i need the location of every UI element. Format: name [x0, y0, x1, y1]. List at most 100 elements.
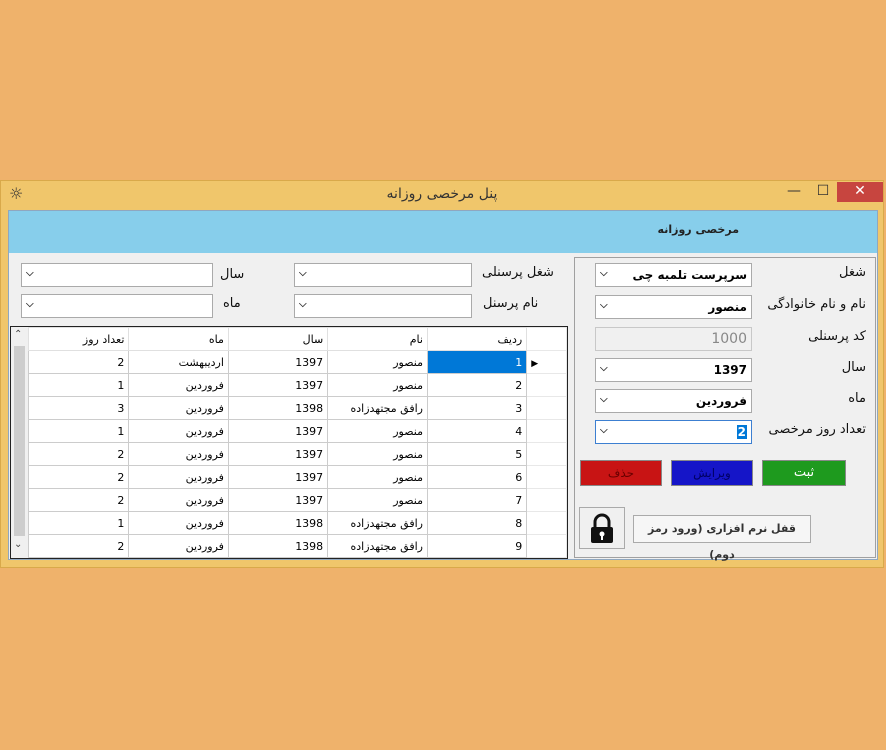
table-row[interactable]: 1 فروردین 1397 منصور 2: [27, 373, 567, 397]
cell-month[interactable]: فروردین: [128, 373, 229, 397]
job-combo[interactable]: ⌵ سرپرست تلمبه چی: [595, 263, 752, 287]
cell-year[interactable]: 1397: [227, 373, 329, 397]
cell-days[interactable]: 3: [27, 396, 130, 420]
cell-row[interactable]: 8: [426, 511, 528, 535]
cell-year[interactable]: 1397: [227, 465, 329, 489]
cell-name[interactable]: منصور: [327, 373, 428, 397]
cell-row[interactable]: 1: [426, 350, 528, 374]
row-header[interactable]: [526, 419, 567, 443]
header-band: مرخصی روزانه: [9, 211, 877, 253]
lock-label[interactable]: قفل نرم افزاری (ورود رمز دوم): [633, 515, 811, 561]
edit-button[interactable]: ویرایش: [671, 460, 753, 486]
cell-row[interactable]: 9: [426, 534, 528, 558]
maximize-button[interactable]: ☐: [809, 182, 837, 202]
cell-month[interactable]: فروردین: [128, 488, 229, 512]
cell-days[interactable]: 2: [27, 488, 130, 512]
cell-days[interactable]: 2: [27, 350, 130, 374]
row-header[interactable]: [526, 373, 567, 397]
row-header[interactable]: [526, 396, 567, 420]
filter-job-combo[interactable]: ⌵: [294, 263, 472, 287]
table-row[interactable]: 3 فروردین 1398 رافق مجتهدزاده 3: [27, 396, 567, 420]
year-label: سال: [841, 360, 866, 375]
delete-button[interactable]: حذف: [580, 460, 662, 486]
table-row[interactable]: 1 فروردین 1398 رافق مجتهدزاده 8: [27, 511, 567, 535]
cell-month[interactable]: فروردین: [128, 396, 229, 420]
row-header[interactable]: [526, 511, 567, 535]
filter-month-combo[interactable]: ⌵: [21, 294, 213, 318]
grid-table: تعداد روز ماه سال نام ردیف 2 اردیبهشت 13…: [27, 327, 567, 558]
close-button[interactable]: ✕: [837, 182, 883, 202]
cell-days[interactable]: 1: [27, 373, 130, 397]
job-label: شغل: [838, 265, 866, 280]
cell-name[interactable]: منصور: [327, 419, 428, 443]
filter-name-combo[interactable]: ⌵: [294, 294, 472, 318]
row-header[interactable]: [526, 465, 567, 489]
cell-days[interactable]: 1: [27, 419, 130, 443]
col-header-name[interactable]: نام: [327, 327, 428, 351]
chevron-down-icon: ⌵: [600, 268, 608, 279]
col-header-days[interactable]: تعداد روز: [27, 327, 130, 351]
fullname-combo[interactable]: ⌵ منصور: [595, 295, 752, 319]
title-bar[interactable]: ☼ پنل مرخصی روزانه — ☐ ✕: [1, 181, 883, 209]
cell-row[interactable]: 5: [426, 442, 528, 466]
cell-row[interactable]: 4: [426, 419, 528, 443]
chevron-up-icon[interactable]: ⌃: [14, 329, 22, 340]
cell-month[interactable]: فروردین: [128, 419, 229, 443]
row-header[interactable]: [526, 534, 567, 558]
save-button[interactable]: ثبت: [762, 460, 846, 486]
cell-month[interactable]: فروردین: [128, 511, 229, 535]
code-field[interactable]: 1000: [595, 327, 752, 351]
scrollbar-thumb[interactable]: [14, 346, 25, 536]
cell-name[interactable]: رافق مجتهدزاده: [327, 396, 428, 420]
cell-year[interactable]: 1398: [227, 396, 329, 420]
leave-grid[interactable]: ⌃ ⌄ تعداد روز ماه سال نام ردیف 2 اردیبهش…: [10, 326, 568, 559]
table-row[interactable]: 1 فروردین 1397 منصور 4: [27, 419, 567, 443]
caret-right-icon: ▶: [531, 358, 539, 369]
table-row[interactable]: 2 اردیبهشت 1397 منصور 1 ▶: [27, 350, 567, 374]
cell-name[interactable]: رافق مجتهدزاده: [327, 534, 428, 558]
cell-days[interactable]: 2: [27, 534, 130, 558]
col-header-month[interactable]: ماه: [128, 327, 229, 351]
cell-name[interactable]: منصور: [327, 350, 428, 374]
chevron-down-icon[interactable]: ⌄: [14, 539, 22, 550]
cell-days[interactable]: 2: [27, 465, 130, 489]
cell-year[interactable]: 1397: [227, 419, 329, 443]
cell-year[interactable]: 1397: [227, 350, 329, 374]
cell-year[interactable]: 1397: [227, 488, 329, 512]
cell-month[interactable]: فروردین: [128, 465, 229, 489]
table-row[interactable]: 2 فروردین 1398 رافق مجتهدزاده 9: [27, 534, 567, 558]
minimize-button[interactable]: —: [779, 182, 809, 202]
table-row[interactable]: 2 فروردین 1397 منصور 5: [27, 442, 567, 466]
cell-name[interactable]: منصور: [327, 465, 428, 489]
row-header[interactable]: [526, 442, 567, 466]
filter-year-combo[interactable]: ⌵: [21, 263, 213, 287]
cell-name[interactable]: منصور: [327, 488, 428, 512]
cell-year[interactable]: 1398: [227, 511, 329, 535]
table-row[interactable]: 2 فروردین 1397 منصور 6: [27, 465, 567, 489]
cell-row[interactable]: 7: [426, 488, 528, 512]
cell-name[interactable]: رافق مجتهدزاده: [327, 511, 428, 535]
lock-button[interactable]: [579, 507, 625, 549]
cell-row[interactable]: 2: [426, 373, 528, 397]
col-header-year[interactable]: سال: [227, 327, 329, 351]
cell-month[interactable]: فروردین: [128, 442, 229, 466]
row-header[interactable]: [526, 488, 567, 512]
year-combo[interactable]: ⌵ 1397: [595, 358, 752, 382]
row-header-corner: [526, 327, 567, 351]
cell-days[interactable]: 1: [27, 511, 130, 535]
cell-month[interactable]: اردیبهشت: [128, 350, 229, 374]
col-header-row[interactable]: ردیف: [426, 327, 528, 351]
cell-year[interactable]: 1398: [227, 534, 329, 558]
table-row[interactable]: 2 فروردین 1397 منصور 7: [27, 488, 567, 512]
month-combo[interactable]: ⌵ فروردین: [595, 389, 752, 413]
cell-month[interactable]: فروردین: [128, 534, 229, 558]
days-combo[interactable]: ⌵ 2: [595, 420, 752, 444]
cell-name[interactable]: منصور: [327, 442, 428, 466]
cell-year[interactable]: 1397: [227, 442, 329, 466]
filter-month-label: ماه: [223, 296, 241, 311]
row-header[interactable]: ▶: [526, 350, 567, 374]
vertical-scrollbar[interactable]: ⌃ ⌄: [11, 327, 29, 558]
cell-days[interactable]: 2: [27, 442, 130, 466]
cell-row[interactable]: 3: [426, 396, 528, 420]
cell-row[interactable]: 6: [426, 465, 528, 489]
